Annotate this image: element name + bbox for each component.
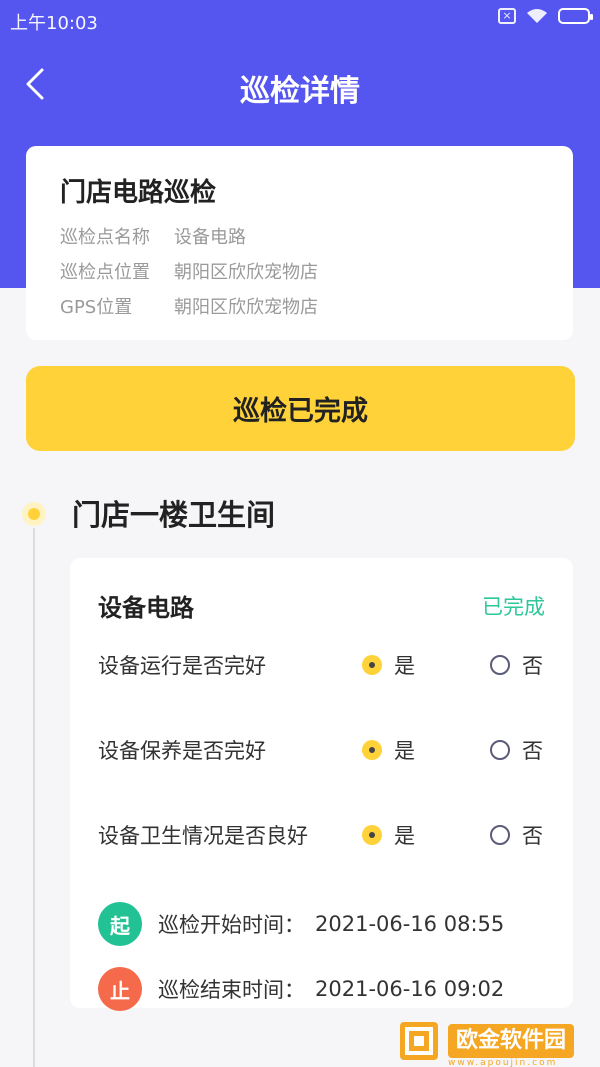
radio-checked-icon[interactable]: [362, 655, 382, 675]
option-no[interactable]: 否: [490, 735, 543, 765]
radio-unchecked-icon[interactable]: [490, 740, 510, 760]
start-time-label: 巡检开始时间：: [158, 913, 305, 937]
info-value: 设备电路: [174, 227, 246, 248]
start-badge-icon: 起: [98, 902, 142, 946]
end-time-row: 止 巡检结束时间： 2021-06-16 09:02: [98, 967, 504, 1011]
option-label: 是: [394, 654, 415, 678]
end-time-value: 2021-06-16 09:02: [315, 977, 505, 1001]
option-yes[interactable]: 是: [362, 820, 415, 850]
info-label: 巡检点位置: [60, 262, 150, 283]
question-text: 设备卫生情况是否良好: [98, 824, 308, 848]
watermark-text: 欧金软件园: [448, 1024, 575, 1058]
option-label: 是: [394, 824, 415, 848]
info-label: 巡检点名称: [60, 227, 150, 248]
inspection-info-card: 门店电路巡检 巡检点名称 设备电路 巡检点位置 朝阳区欣欣宠物店 GPS位置 朝…: [26, 146, 573, 340]
radio-checked-icon[interactable]: [362, 825, 382, 845]
status-icons: ×: [498, 8, 593, 24]
status-badge: 已完成: [482, 595, 545, 619]
status-time: 上午10:03: [10, 13, 98, 34]
end-badge-icon: 止: [98, 967, 142, 1011]
sim-icon: ×: [498, 8, 516, 24]
info-value: 朝阳区欣欣宠物店: [174, 297, 318, 318]
watermark-url: www.apoujin.com: [448, 1058, 558, 1067]
start-time-row: 起 巡检开始时间： 2021-06-16 08:55: [98, 902, 504, 946]
section-title: 门店一楼卫生间: [72, 498, 276, 532]
info-row-gps: GPS位置 朝阳区欣欣宠物店: [60, 293, 539, 328]
radio-unchecked-icon[interactable]: [490, 825, 510, 845]
device-detail-card: 设备电路 已完成 设备运行是否完好 是 否 设备保养是否完好 是 否 设备卫生情…: [70, 558, 573, 1011]
navbar: 巡检详情: [0, 58, 600, 110]
inspection-complete-button[interactable]: 巡检已完成: [26, 366, 575, 451]
device-title: 设备电路: [98, 594, 194, 622]
radio-checked-icon[interactable]: [362, 740, 382, 760]
watermark-logo-icon: [398, 1020, 440, 1062]
option-yes[interactable]: 是: [362, 650, 415, 680]
watermark: 欧金软件园 www.apoujin.com: [398, 1018, 596, 1067]
question-row: 设备运行是否完好 是 否: [98, 650, 548, 680]
option-label: 否: [522, 654, 543, 678]
question-text: 设备运行是否完好: [98, 654, 266, 678]
info-row-point-location: 巡检点位置 朝阳区欣欣宠物店: [60, 258, 539, 293]
end-time-label: 巡检结束时间：: [158, 978, 305, 1002]
info-row-point-name: 巡检点名称 设备电路: [60, 223, 539, 258]
battery-icon: [558, 8, 593, 24]
timeline-dot: [28, 508, 40, 520]
question-text: 设备保养是否完好: [98, 739, 266, 763]
option-label: 是: [394, 739, 415, 763]
option-no[interactable]: 否: [490, 820, 543, 850]
status-bar: 上午10:03 ×: [0, 0, 600, 40]
option-no[interactable]: 否: [490, 650, 543, 680]
page-title: 巡检详情: [240, 74, 360, 109]
option-label: 否: [522, 824, 543, 848]
wifi-icon: [526, 8, 548, 24]
info-label: GPS位置: [60, 297, 133, 318]
question-row: 设备卫生情况是否良好 是 否: [98, 820, 548, 850]
info-value: 朝阳区欣欣宠物店: [174, 262, 318, 283]
start-time-value: 2021-06-16 08:55: [315, 912, 505, 936]
radio-unchecked-icon[interactable]: [490, 655, 510, 675]
inspection-title: 门店电路巡检: [60, 178, 217, 208]
option-label: 否: [522, 739, 543, 763]
question-row: 设备保养是否完好 是 否: [98, 735, 548, 765]
option-yes[interactable]: 是: [362, 735, 415, 765]
timeline-line: [33, 528, 35, 1067]
